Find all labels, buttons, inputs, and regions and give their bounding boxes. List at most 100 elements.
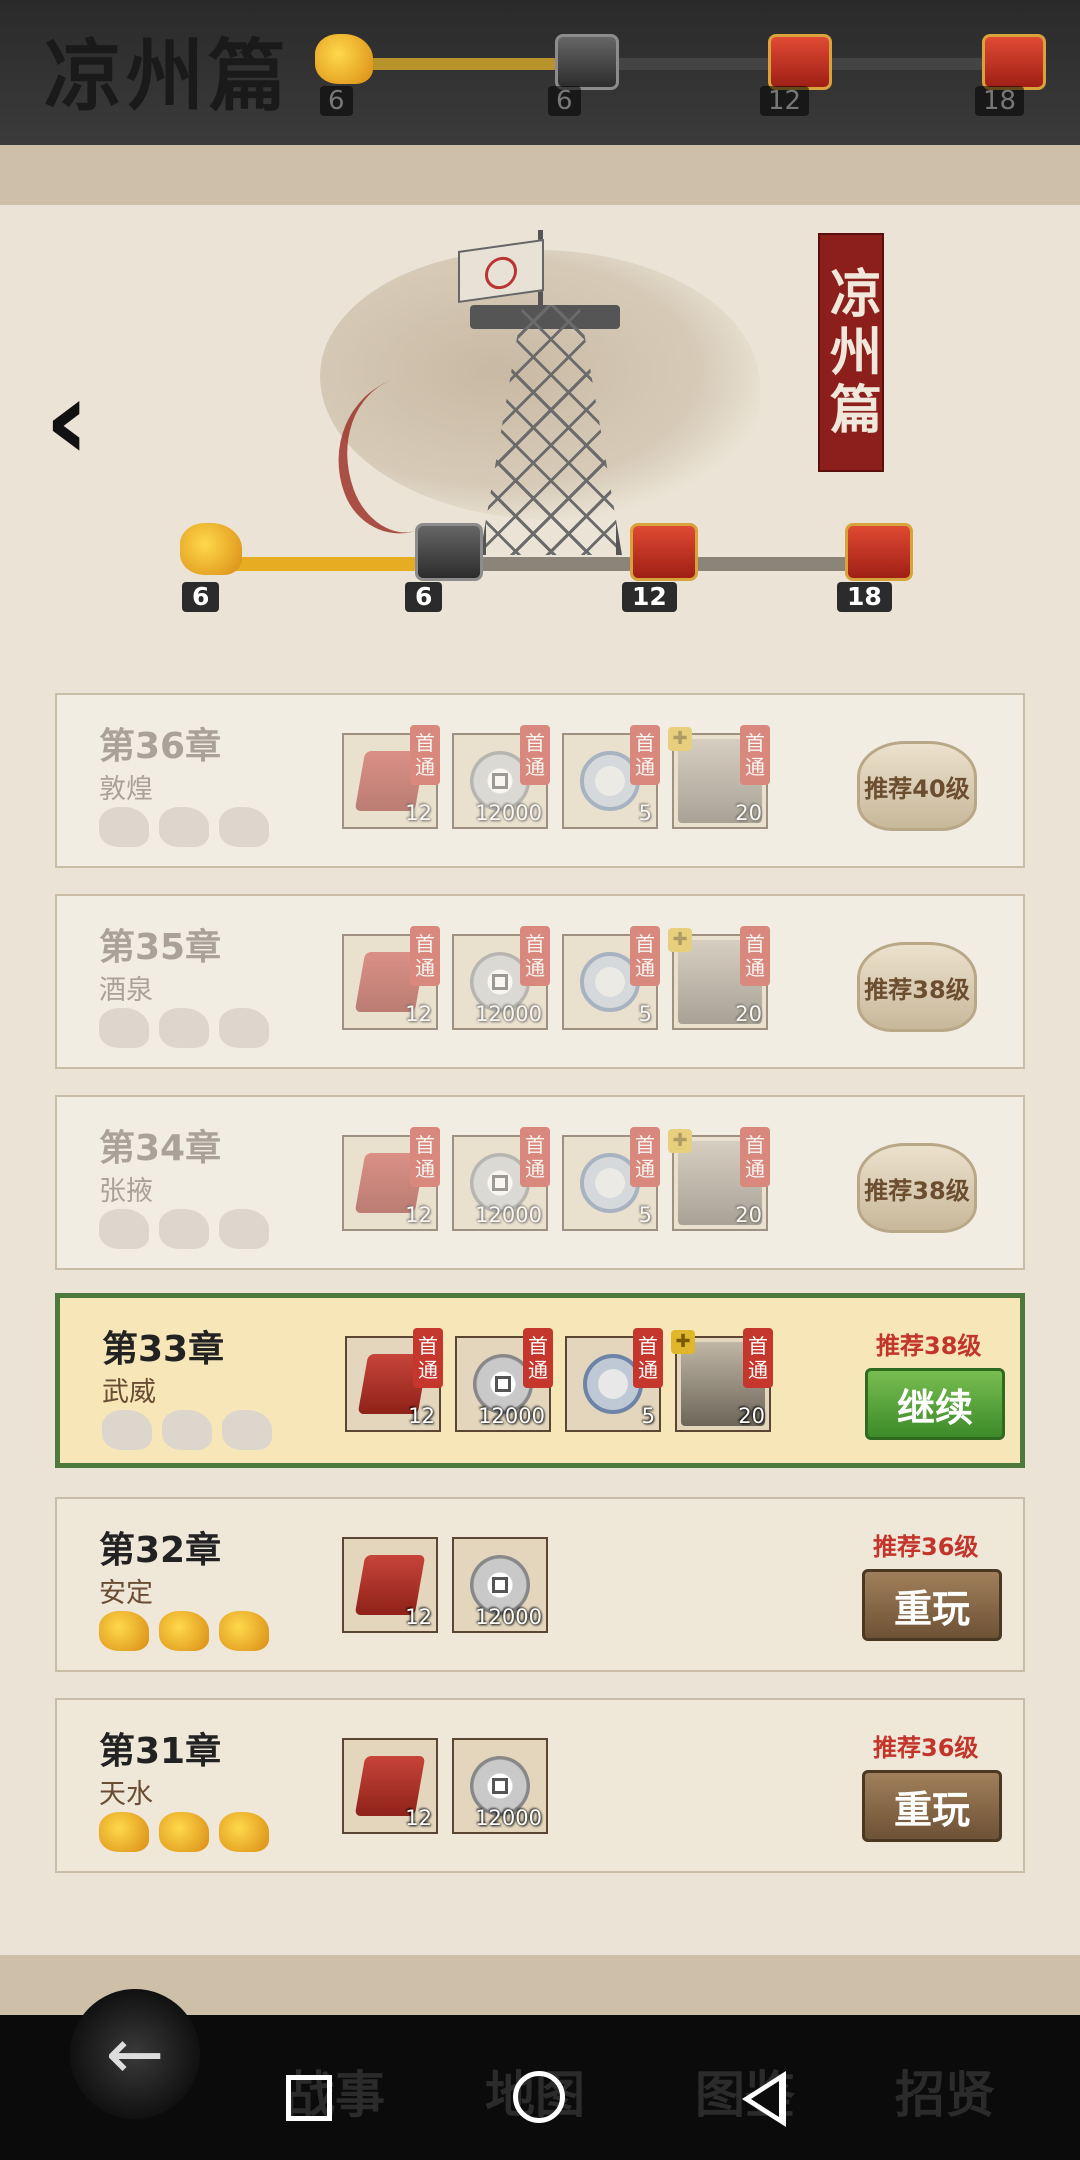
lion-star-icon: [99, 1008, 149, 1048]
lion-star-icon: [159, 1209, 209, 1249]
first-clear-tag-char: 通: [525, 956, 545, 980]
first-clear-tag: 首通: [520, 725, 550, 785]
milestone-chest-red-icon[interactable]: [630, 523, 698, 581]
first-clear-tag-char: 首: [415, 932, 435, 956]
reward-count: 12: [405, 1605, 432, 1629]
recommend-level: 推荐38级: [864, 1176, 970, 1205]
reward-item[interactable]: ✚ 20 首通: [671, 1328, 773, 1432]
lion-star-icon: [219, 1008, 269, 1048]
first-clear-tag: 首通: [630, 725, 660, 785]
reward-item[interactable]: 12000 首通: [452, 1127, 550, 1231]
lion-star-icon: [162, 1410, 212, 1450]
first-clear-tag-char: 通: [745, 755, 765, 779]
first-clear-tag: 首通: [630, 1127, 660, 1187]
return-button[interactable]: ←: [70, 1989, 200, 2119]
lion-star-icon: [159, 1812, 209, 1852]
first-clear-tag-char: 首: [635, 731, 655, 755]
topbar-lion-icon: [315, 34, 373, 84]
lion-star-icon: [159, 1611, 209, 1651]
home-icon[interactable]: [513, 2071, 565, 2123]
chapter-row[interactable]: 第32章 安定 12 12000 推荐36级 重玩: [55, 1497, 1025, 1672]
reward-count: 12000: [475, 801, 542, 825]
first-clear-tag-char: 通: [418, 1358, 438, 1382]
milestone-count: 18: [837, 582, 892, 612]
reward-item[interactable]: 12000: [452, 1738, 548, 1834]
reward-item[interactable]: 12 首通: [342, 926, 440, 1030]
reward-item[interactable]: 12 首通: [345, 1328, 443, 1432]
lion-star-icon: [102, 1410, 152, 1450]
topbar-count: 12: [760, 86, 810, 116]
reward-item[interactable]: 12: [342, 1537, 438, 1633]
reward-item[interactable]: 12 首通: [342, 1127, 440, 1231]
milestone-chest-gray-icon[interactable]: [415, 523, 483, 581]
chapter-stars: [99, 1812, 269, 1852]
reward-item[interactable]: 12000 首通: [452, 926, 550, 1030]
lion-star-icon: [219, 807, 269, 847]
milestone-count: 6: [405, 582, 443, 612]
reward-item[interactable]: 12000: [452, 1537, 548, 1633]
reward-item[interactable]: 12000 首通: [455, 1328, 553, 1432]
reward-count: 12000: [475, 1002, 542, 1026]
first-clear-tag-char: 通: [528, 1358, 548, 1382]
topbar-chest-red-icon: [768, 34, 832, 90]
reward-count: 12: [405, 1806, 432, 1830]
chapter-row[interactable]: 第35章 酒泉 12 首通 12000 首通 5 首通 ✚ 20 首通推荐38级: [55, 894, 1025, 1069]
chapter-title: 第34章: [99, 1128, 222, 1169]
bottom-nav: ← 战事 地图 图鉴 招贤: [0, 1989, 1080, 2160]
lion-star-icon: [99, 807, 149, 847]
first-clear-tag-char: 通: [635, 1157, 655, 1181]
lion-star-icon: [219, 1611, 269, 1651]
topbar-count: 18: [975, 86, 1025, 116]
back-arrow-button[interactable]: ‹: [28, 365, 106, 475]
reward-item[interactable]: ✚ 20 首通: [668, 926, 770, 1030]
reward-count: 12000: [478, 1404, 545, 1428]
locked-recommend-badge: 推荐38级: [857, 1143, 977, 1233]
lion-star-icon: [219, 1812, 269, 1852]
reward-item[interactable]: 5 首通: [565, 1328, 663, 1432]
chapter-row[interactable]: 第34章 张掖 12 首通 12000 首通 5 首通 ✚ 20 首通推荐38级: [55, 1095, 1025, 1270]
reward-item[interactable]: 5 首通: [562, 926, 660, 1030]
recent-apps-icon[interactable]: [286, 2075, 332, 2121]
replay-button[interactable]: 重玩: [862, 1569, 1002, 1641]
tab-recruit[interactable]: 招贤: [895, 2055, 995, 2127]
puzzle-piece-icon: ✚: [668, 727, 692, 751]
reward-item[interactable]: ✚ 20 首通: [668, 1127, 770, 1231]
reward-item[interactable]: 12000 首通: [452, 725, 550, 829]
star-progress-fill: [220, 557, 425, 571]
chapter-title: 第35章: [99, 927, 222, 968]
first-clear-tag-char: 首: [415, 1133, 435, 1157]
lion-star-icon: [219, 1209, 269, 1249]
reward-count: 12000: [475, 1806, 542, 1830]
flag-emblem-icon: [485, 254, 517, 292]
system-back-icon[interactable]: [742, 2071, 786, 2127]
lion-star-icon: [99, 1611, 149, 1651]
chapter-stars: [102, 1410, 272, 1450]
replay-button[interactable]: 重玩: [862, 1770, 1002, 1842]
puzzle-piece-icon: ✚: [668, 928, 692, 952]
reward-item[interactable]: 5 首通: [562, 1127, 660, 1231]
chapter-row[interactable]: 第33章 武威 12 首通 12000 首通 5 首通 ✚ 20 首通 推荐38级 继续: [55, 1293, 1025, 1468]
reward-item[interactable]: 12 首通: [342, 725, 440, 829]
milestone-chest-red-icon[interactable]: [845, 523, 913, 581]
topbar-title: 凉州篇: [44, 31, 291, 122]
reward-item[interactable]: ✚ 20 首通: [668, 725, 770, 829]
chapter-row[interactable]: 第31章天水 12 12000 推荐36级重玩: [55, 1698, 1025, 1873]
chapter-row[interactable]: 第36章 敦煌 12 首通 12000 首通 5 首通 ✚ 20 首通推荐40级: [55, 693, 1025, 868]
chapter-title: 第36章: [99, 726, 222, 767]
reward-count: 12: [408, 1404, 435, 1428]
milestone-lion-icon[interactable]: [180, 523, 242, 575]
continue-button[interactable]: 继续: [865, 1368, 1005, 1440]
chapter-title: 第31章: [99, 1731, 222, 1772]
chapter-place: 天水: [99, 1779, 153, 1810]
milestone-count: 12: [622, 582, 677, 612]
reward-count: 12000: [475, 1203, 542, 1227]
first-clear-tag-char: 首: [528, 1334, 548, 1358]
top-bar: 凉州篇 6 6 12 18: [0, 0, 1080, 145]
recommend-level: 推荐40级: [864, 774, 970, 803]
reward-list: 12 12000: [342, 1537, 548, 1633]
reward-item[interactable]: 12: [342, 1738, 438, 1834]
chapter-place: 酒泉: [99, 975, 153, 1006]
reward-item[interactable]: 5 首通: [562, 725, 660, 829]
reward-count: 20: [735, 1002, 762, 1026]
recommend-level: 推荐36级: [873, 1734, 979, 1762]
